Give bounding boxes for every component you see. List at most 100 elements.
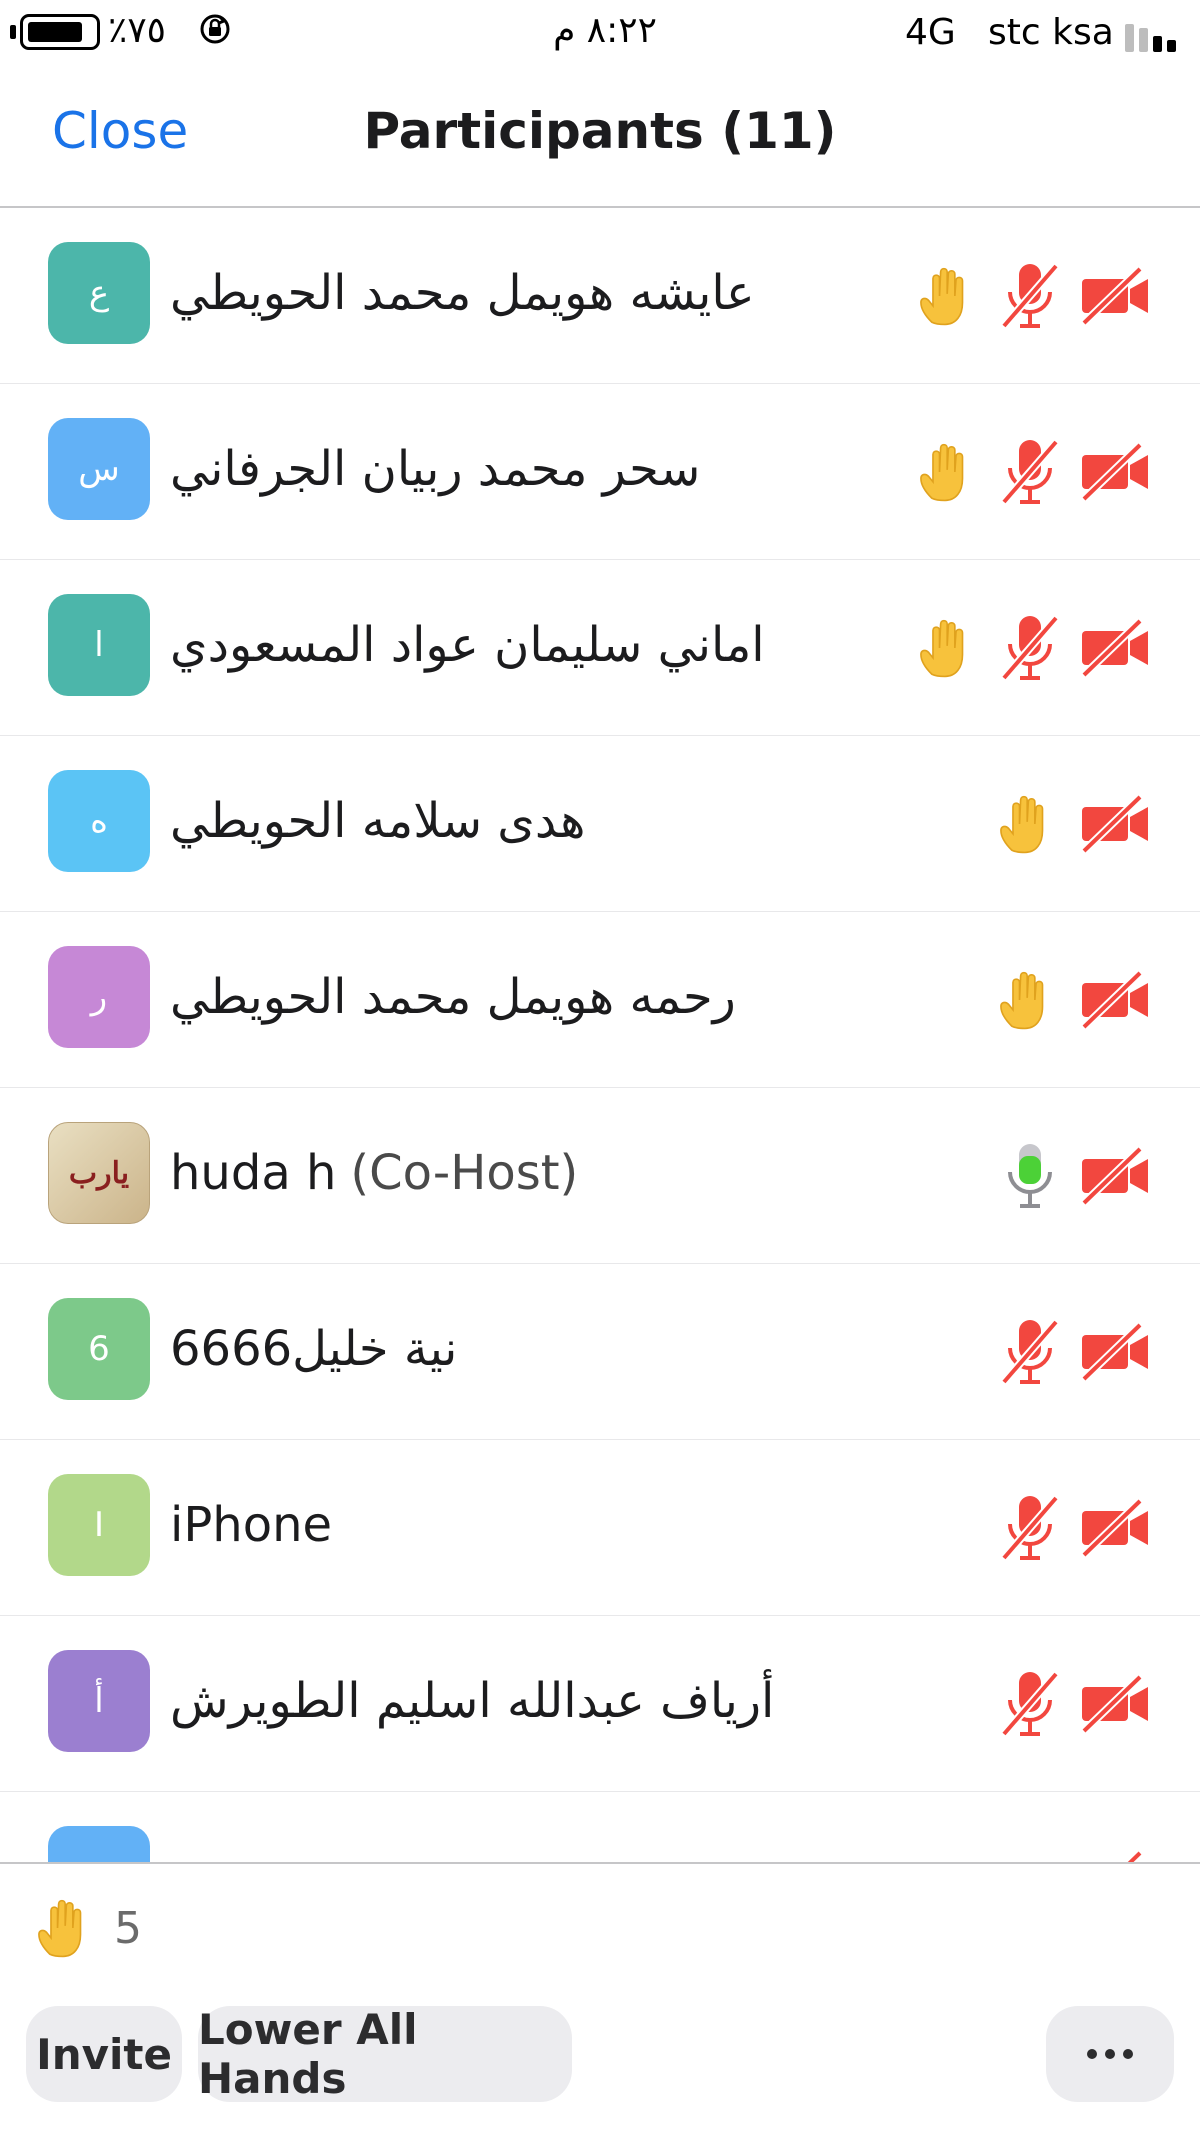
video-off-icon xyxy=(1080,1673,1150,1735)
avatar-initial: ع xyxy=(88,273,110,313)
more-dots-icon xyxy=(1087,2049,1133,2059)
participant-row[interactable]: س سحر محمد ربيان الجرفاني xyxy=(0,384,1200,560)
mic-muted-icon xyxy=(1000,1492,1060,1564)
avatar: ا xyxy=(48,594,150,696)
participant-name: سحر محمد ربيان الجرفاني xyxy=(170,424,700,514)
avatar-initial: ا xyxy=(94,625,104,665)
mic-muted-icon xyxy=(1000,436,1060,508)
raised-hand-icon xyxy=(910,436,980,508)
participant-name: huda h (Co-Host) xyxy=(170,1128,578,1218)
participant-row[interactable]: أ أرياف عبدالله اسليم الطويرش xyxy=(0,1616,1200,1792)
participant-name-text: iPhone xyxy=(170,1497,333,1553)
video-off-icon xyxy=(1080,1497,1150,1559)
avatar: س xyxy=(48,418,150,520)
video-off-icon xyxy=(1080,617,1150,679)
avatar xyxy=(48,1826,150,1862)
participant-row[interactable] xyxy=(0,1792,1200,1862)
video-off-icon xyxy=(1080,1145,1150,1207)
raised-hand-icon xyxy=(990,964,1060,1036)
participant-row[interactable]: IiPhone xyxy=(0,1440,1200,1616)
participant-name: 6666نية خليل xyxy=(170,1304,457,1394)
participant-status-icons xyxy=(910,254,1150,338)
avatar-image-text: يارب xyxy=(68,1155,130,1191)
mic-muted-icon xyxy=(1000,1316,1060,1388)
avatar-initial: ر xyxy=(90,977,108,1017)
participant-status-icons xyxy=(1000,1310,1150,1394)
avatar: I xyxy=(48,1474,150,1576)
video-off-icon xyxy=(1080,265,1150,327)
participant-name: عايشه هويمل محمد الحويطي xyxy=(170,248,755,338)
participant-name: iPhone xyxy=(170,1480,332,1570)
lower-all-hands-button[interactable]: Lower All Hands xyxy=(198,2005,572,2103)
avatar: ر xyxy=(48,946,150,1048)
participant-status-icons xyxy=(910,606,1150,690)
video-off-icon xyxy=(1080,1321,1150,1383)
video-off-icon xyxy=(1080,441,1150,503)
raised-hands-count: 5 xyxy=(114,1902,142,1954)
orientation-lock-icon xyxy=(198,12,232,46)
avatar: يارب xyxy=(48,1122,150,1224)
participant-status-icons xyxy=(1000,1134,1150,1218)
participant-name-text: سحر محمد ربيان الجرفاني xyxy=(170,441,701,497)
avatar: 6 xyxy=(48,1298,150,1400)
video-off-icon xyxy=(1080,969,1150,1031)
participant-list[interactable]: ع عايشه هويمل محمد الحويطي س سحر محمد ربيان… xyxy=(0,208,1200,1862)
avatar-initial: س xyxy=(78,449,120,489)
participant-row[interactable]: ه هدى سلامه الحويطي xyxy=(0,736,1200,912)
participant-status-icons xyxy=(1000,1486,1150,1570)
participant-row[interactable]: 6 6666نية خليل xyxy=(0,1264,1200,1440)
participant-status-icons xyxy=(1080,1838,1150,1862)
participant-row[interactable]: ر رحمه هويمل محمد الحويطي xyxy=(0,912,1200,1088)
raised-hand-icon xyxy=(990,788,1060,860)
status-bar: ٪٧٥ ٨:٢٢ م 4G stc ksa xyxy=(0,0,1200,66)
video-off-icon xyxy=(1080,1849,1150,1862)
participant-name-text: عايشه هويمل محمد الحويطي xyxy=(170,265,755,321)
avatar: ه xyxy=(48,770,150,872)
participant-name-text: رحمه هويمل محمد الحويطي xyxy=(170,969,736,1025)
avatar-initial: 6 xyxy=(88,1329,110,1369)
participant-row[interactable]: يارب huda h (Co-Host) xyxy=(0,1088,1200,1264)
avatar-initial: ه xyxy=(90,801,108,841)
invite-button[interactable]: Invite xyxy=(26,2006,182,2102)
participant-name: أرياف عبدالله اسليم الطويرش xyxy=(170,1656,774,1746)
divider xyxy=(0,1862,1200,1864)
participant-row[interactable]: ع عايشه هويمل محمد الحويطي xyxy=(0,208,1200,384)
participant-name: رحمه هويمل محمد الحويطي xyxy=(170,952,736,1042)
signal-strength-icon xyxy=(1125,20,1181,52)
carrier-name: stc ksa xyxy=(988,12,1114,53)
participant-name-text: huda h xyxy=(170,1145,337,1201)
participant-status-icons xyxy=(990,782,1150,866)
battery-tip xyxy=(10,25,16,39)
avatar: ع xyxy=(48,242,150,344)
participant-name-text: أرياف عبدالله اسليم الطويرش xyxy=(170,1673,775,1729)
more-options-button[interactable] xyxy=(1046,2006,1174,2102)
avatar-initial: أ xyxy=(94,1681,104,1721)
participant-name-text: 6666نية خليل xyxy=(170,1321,458,1377)
participant-status-icons xyxy=(910,430,1150,514)
participant-role: (Co-Host) xyxy=(350,1145,579,1201)
participant-status-icons xyxy=(990,958,1150,1042)
mic-on-icon xyxy=(1000,1140,1060,1212)
participant-name: هدى سلامه الحويطي xyxy=(170,776,585,866)
battery-icon xyxy=(20,14,100,50)
avatar-initial: I xyxy=(93,1505,105,1545)
participant-name: اماني سليمان عواد المسعودي xyxy=(170,600,765,690)
clock: ٨:٢٢ م xyxy=(553,10,657,51)
participant-name-text: هدى سلامه الحويطي xyxy=(170,793,586,849)
mic-muted-icon xyxy=(1000,612,1060,684)
network-type: 4G xyxy=(905,12,956,53)
raised-hand-icon xyxy=(28,1892,98,1964)
participant-name-text: اماني سليمان عواد المسعودي xyxy=(170,617,765,673)
participant-status-icons xyxy=(1000,1662,1150,1746)
page-title: Participants (11) xyxy=(363,102,837,160)
raised-hand-icon xyxy=(910,260,980,332)
header: Close Participants (11) xyxy=(0,66,1200,208)
mic-muted-icon xyxy=(1000,1668,1060,1740)
avatar: أ xyxy=(48,1650,150,1752)
participant-row[interactable]: ا اماني سليمان عواد المسعودي xyxy=(0,560,1200,736)
video-off-icon xyxy=(1080,793,1150,855)
mic-muted-icon xyxy=(1000,260,1060,332)
battery-percent: ٪٧٥ xyxy=(108,10,167,51)
raised-hand-icon xyxy=(910,612,980,684)
raised-hands-summary: 5 xyxy=(28,1888,142,1968)
